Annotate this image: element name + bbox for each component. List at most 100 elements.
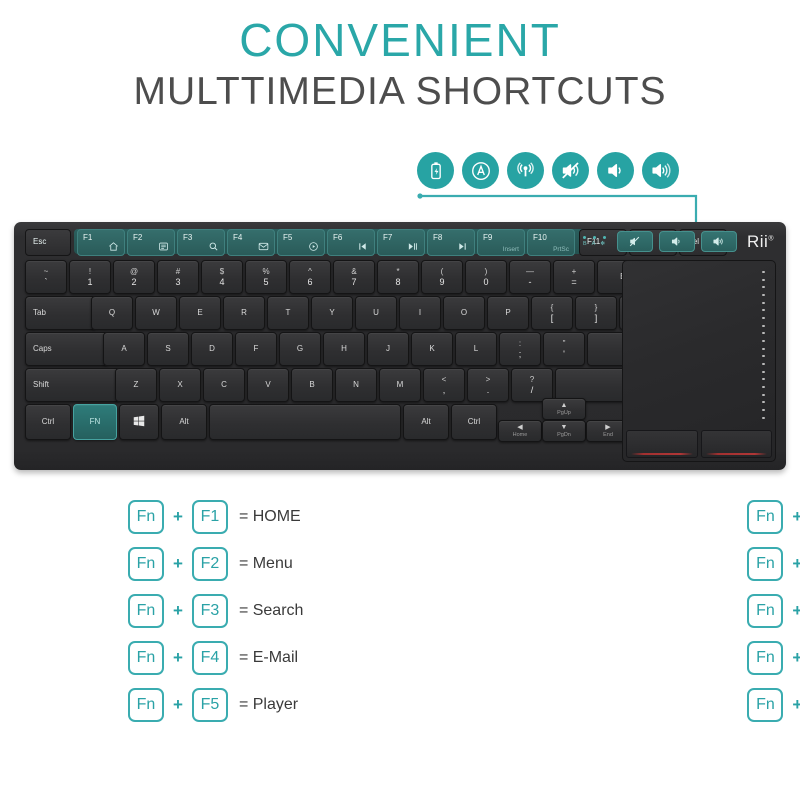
headline-secondary: MULTTIMEDIA SHORTCUTS [133,70,667,114]
legend-action: = Search [238,602,304,619]
key-i[interactable]: I [399,296,441,330]
key-f9[interactable]: F9 Insert [477,229,525,256]
key-e[interactable]: E [179,296,221,330]
key-z[interactable]: Z [115,368,157,402]
key-6[interactable]: ^ 6 [289,260,331,294]
key-o[interactable]: O [443,296,485,330]
legend-action: = HOME [238,508,301,525]
key-slash[interactable]: ? / [511,368,553,402]
volume-up-button[interactable] [700,231,737,252]
key-w[interactable]: W [135,296,177,330]
key-alt-right[interactable]: Alt [403,404,449,440]
key-q[interactable]: Q [91,296,133,330]
legend-plus: + [173,601,183,620]
key-shift-left[interactable]: Shift [25,368,120,402]
arrow-down-key[interactable]: ▼ PgDn [542,420,586,442]
key-f5[interactable]: F5 [277,229,325,256]
key-grave[interactable]: ~ ` [25,260,67,294]
arrow-up-key[interactable]: ▲ PgUp [542,398,586,420]
touchpad[interactable] [622,260,776,462]
key-s[interactable]: S [147,332,189,366]
key-p[interactable]: P [487,296,529,330]
key-minus[interactable]: — - [509,260,551,294]
key-semicolon[interactable]: :; [499,332,541,366]
key-m[interactable]: M [379,368,421,402]
key-capslock[interactable]: Caps [25,332,108,366]
key-f7[interactable]: F7 [377,229,425,256]
key-equal[interactable]: + = [553,260,595,294]
legend-row: Fn + F2 = Menu [0,547,303,581]
play-pause-icon [406,241,419,252]
key-3[interactable]: #3 [157,260,199,294]
arrow-left-key[interactable]: ◀ Home [498,420,542,442]
key-esc[interactable]: Esc [25,229,71,256]
key-f4[interactable]: F4 [227,229,275,256]
touchpad-right-button[interactable] [700,430,772,458]
led-label-a: A [591,241,597,247]
key-a[interactable]: A [103,332,145,366]
key-f10-label: F10 [533,233,547,242]
key-bracket-right[interactable]: }] [575,296,617,330]
touchpad-left-button[interactable] [626,430,698,458]
key-f9-sublabel: Insert [502,246,519,253]
key-j[interactable]: J [367,332,409,366]
key-h[interactable]: H [323,332,365,366]
key-l[interactable]: L [455,332,497,366]
legend-action: = Menu [238,555,293,572]
key-t[interactable]: T [267,296,309,330]
key-b[interactable]: B [291,368,333,402]
volume-down-button[interactable] [658,231,695,252]
key-5[interactable]: % 5 [245,260,287,294]
key-7[interactable]: & 7 [333,260,375,294]
key-y[interactable]: Y [311,296,353,330]
key-comma[interactable]: <, [423,368,465,402]
key-n[interactable]: N [335,368,377,402]
key-shift-left-label: Shift [33,380,50,389]
key-d[interactable]: D [191,332,233,366]
key-8[interactable]: * 8 [377,260,419,294]
key-period[interactable]: >. [467,368,509,402]
key-4[interactable]: $4 [201,260,243,294]
key-f1[interactable]: F1 [77,229,125,256]
legend-fn-key: Fn [128,594,164,628]
touchpad-surface[interactable] [623,261,775,431]
key-windows[interactable] [119,404,159,440]
key-u[interactable]: U [355,296,397,330]
key-f[interactable]: F [235,332,277,366]
legend-fn-key: Fn [128,500,164,534]
legend-row: Fn + F8 = Next [303,594,800,628]
key-ctrl-left[interactable]: Ctrl [25,404,71,440]
key-ctrl-right-label: Ctrl [467,417,481,426]
key-f3[interactable]: F3 [177,229,225,256]
home-icon [108,241,119,252]
legend-plus: + [173,648,183,667]
touchpad-scroll-strip[interactable] [761,271,766,419]
mute-button[interactable] [616,231,653,252]
led-label-b: B [583,241,588,247]
legend-plus: + [173,554,183,573]
key-quote[interactable]: " ' [543,332,585,366]
key-f6[interactable]: F6 [327,229,375,256]
key-space[interactable] [209,404,401,440]
key-alt-left[interactable]: Alt [161,404,207,440]
key-f10[interactable]: F10 PrtSc [527,229,575,256]
key-0[interactable]: ) 0 [465,260,507,294]
caps-lock-a-icon [462,152,499,189]
key-f8[interactable]: F8 [427,229,475,256]
key-c[interactable]: C [203,368,245,402]
key-f2[interactable]: F2 [127,229,175,256]
volume-up-icon [642,152,679,189]
scroll-down-arrow-icon [762,416,765,419]
key-r[interactable]: R [223,296,265,330]
key-g[interactable]: G [279,332,321,366]
key-1[interactable]: ! 1 [69,260,111,294]
key-fn[interactable]: FN [73,404,117,440]
key-x[interactable]: X [159,368,201,402]
key-bracket-left[interactable]: {[ [531,296,573,330]
key-ctrl-right[interactable]: Ctrl [451,404,497,440]
key-v[interactable]: V [247,368,289,402]
key-k[interactable]: K [411,332,453,366]
key-9[interactable]: (9 [421,260,463,294]
key-tab[interactable]: Tab [25,296,96,330]
key-2[interactable]: @2 [113,260,155,294]
